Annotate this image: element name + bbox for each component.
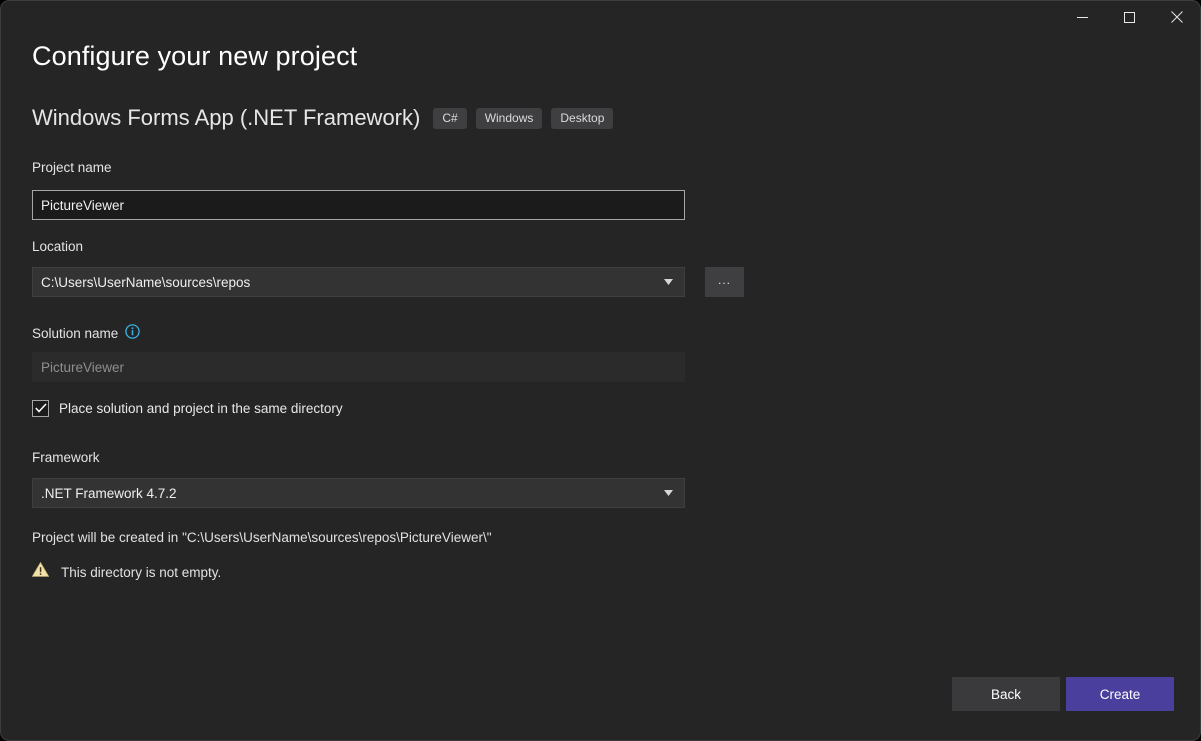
framework-label: Framework xyxy=(32,450,100,465)
back-button[interactable]: Back xyxy=(952,677,1060,711)
same-directory-label: Place solution and project in the same d… xyxy=(59,401,343,416)
checkmark-icon xyxy=(35,400,47,418)
project-path-message: Project will be created in "C:\Users\Use… xyxy=(32,530,492,545)
page-title: Configure your new project xyxy=(32,41,357,72)
maximize-button[interactable] xyxy=(1106,1,1153,33)
same-directory-checkbox[interactable] xyxy=(32,400,49,417)
info-icon[interactable] xyxy=(125,324,140,342)
minimize-icon xyxy=(1077,12,1088,23)
warning-message: This directory is not empty. xyxy=(61,565,221,580)
configure-project-dialog: Configure your new project Windows Forms… xyxy=(0,0,1201,741)
chevron-down-icon xyxy=(660,279,676,285)
create-button[interactable]: Create xyxy=(1066,677,1174,711)
warning-message-row: This directory is not empty. xyxy=(32,562,221,582)
minimize-button[interactable] xyxy=(1059,1,1106,33)
tag-language: C# xyxy=(433,108,466,129)
close-icon xyxy=(1171,11,1183,23)
location-combobox[interactable]: C:\Users\UserName\sources\repos xyxy=(32,267,685,297)
project-name-label: Project name xyxy=(32,160,112,175)
framework-combobox[interactable]: .NET Framework 4.7.2 xyxy=(32,478,685,508)
location-label: Location xyxy=(32,239,83,254)
chevron-down-icon xyxy=(660,490,676,496)
project-name-input[interactable]: PictureViewer xyxy=(32,190,685,220)
solution-name-label: Solution name xyxy=(32,326,118,341)
location-value: C:\Users\UserName\sources\repos xyxy=(41,275,660,290)
maximize-icon xyxy=(1124,12,1135,23)
browse-location-button[interactable]: ... xyxy=(705,267,744,297)
template-header: Windows Forms App (.NET Framework) C# Wi… xyxy=(32,105,613,131)
warning-triangle-icon xyxy=(32,562,49,582)
close-button[interactable] xyxy=(1153,1,1200,33)
solution-name-input: PictureViewer xyxy=(32,352,685,382)
solution-name-label-row: Solution name xyxy=(32,324,140,342)
window-titlebar xyxy=(1059,1,1200,33)
tag-platform: Windows xyxy=(476,108,543,129)
tag-project-type: Desktop xyxy=(551,108,613,129)
template-name: Windows Forms App (.NET Framework) xyxy=(32,105,420,131)
same-directory-row[interactable]: Place solution and project in the same d… xyxy=(32,400,343,417)
framework-value: .NET Framework 4.7.2 xyxy=(41,486,660,501)
